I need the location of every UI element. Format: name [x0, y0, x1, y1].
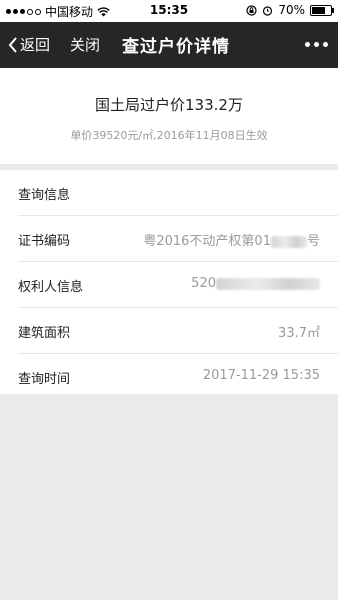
more-dot-icon — [305, 42, 310, 47]
more-dot-icon — [314, 42, 319, 47]
navigation-bar: 返回 关闭 查过户价详情 — [0, 22, 338, 68]
battery-icon — [310, 4, 334, 16]
redacted-blur — [216, 277, 320, 290]
unit-price-subtitle: 单价39520元/㎡,2016年11月08日生效 — [70, 129, 268, 142]
close-button[interactable]: 关闭 — [70, 34, 100, 55]
back-button[interactable]: 返回 — [8, 34, 50, 55]
chevron-left-icon — [8, 36, 17, 53]
rotation-lock-icon — [246, 4, 257, 16]
list-item: 证书编码 粤2016不动产权第01 号 — [18, 216, 338, 262]
query-time-value: 2017-11-29 15:35 — [202, 368, 320, 383]
battery-percent: 70% — [278, 3, 305, 17]
list-item: 建筑面积 33.7㎡ — [18, 308, 338, 354]
section-title: 查询信息 — [18, 188, 71, 203]
certificate-number-label: 证书编码 — [18, 234, 71, 249]
page-title: 查过户价详情 — [122, 37, 230, 57]
alarm-icon — [263, 5, 273, 16]
building-area-value: 33.7㎡ — [278, 326, 320, 341]
empty-background — [0, 394, 338, 600]
query-info-list: 查询信息 证书编码 粤2016不动产权第01 号 权利人信息 520 建筑面积 3… — [0, 170, 338, 399]
owner-info-value: 520 — [191, 276, 320, 291]
list-item: 权利人信息 520 — [18, 262, 338, 308]
section-header-row: 查询信息 — [18, 170, 338, 216]
back-label: 返回 — [20, 36, 51, 54]
more-dot-icon — [323, 42, 328, 47]
owner-info-label: 权利人信息 — [18, 280, 84, 295]
query-time-label: 查询时间 — [18, 372, 71, 387]
building-area-label: 建筑面积 — [18, 326, 71, 341]
more-options-button[interactable] — [305, 42, 328, 47]
certificate-number-value: 粤2016不动产权第01 号 — [143, 234, 320, 249]
status-bar: 中国移动 15:35 70% — [0, 0, 338, 22]
status-right: 70% — [246, 3, 334, 17]
list-item: 查询时间 2017-11-29 15:35 — [18, 354, 338, 399]
transfer-price-headline: 国土局过户价133.2万 — [95, 96, 243, 114]
redacted-blur — [270, 235, 307, 248]
price-summary: 国土局过户价133.2万 单价39520元/㎡,2016年11月08日生效 — [0, 68, 338, 164]
